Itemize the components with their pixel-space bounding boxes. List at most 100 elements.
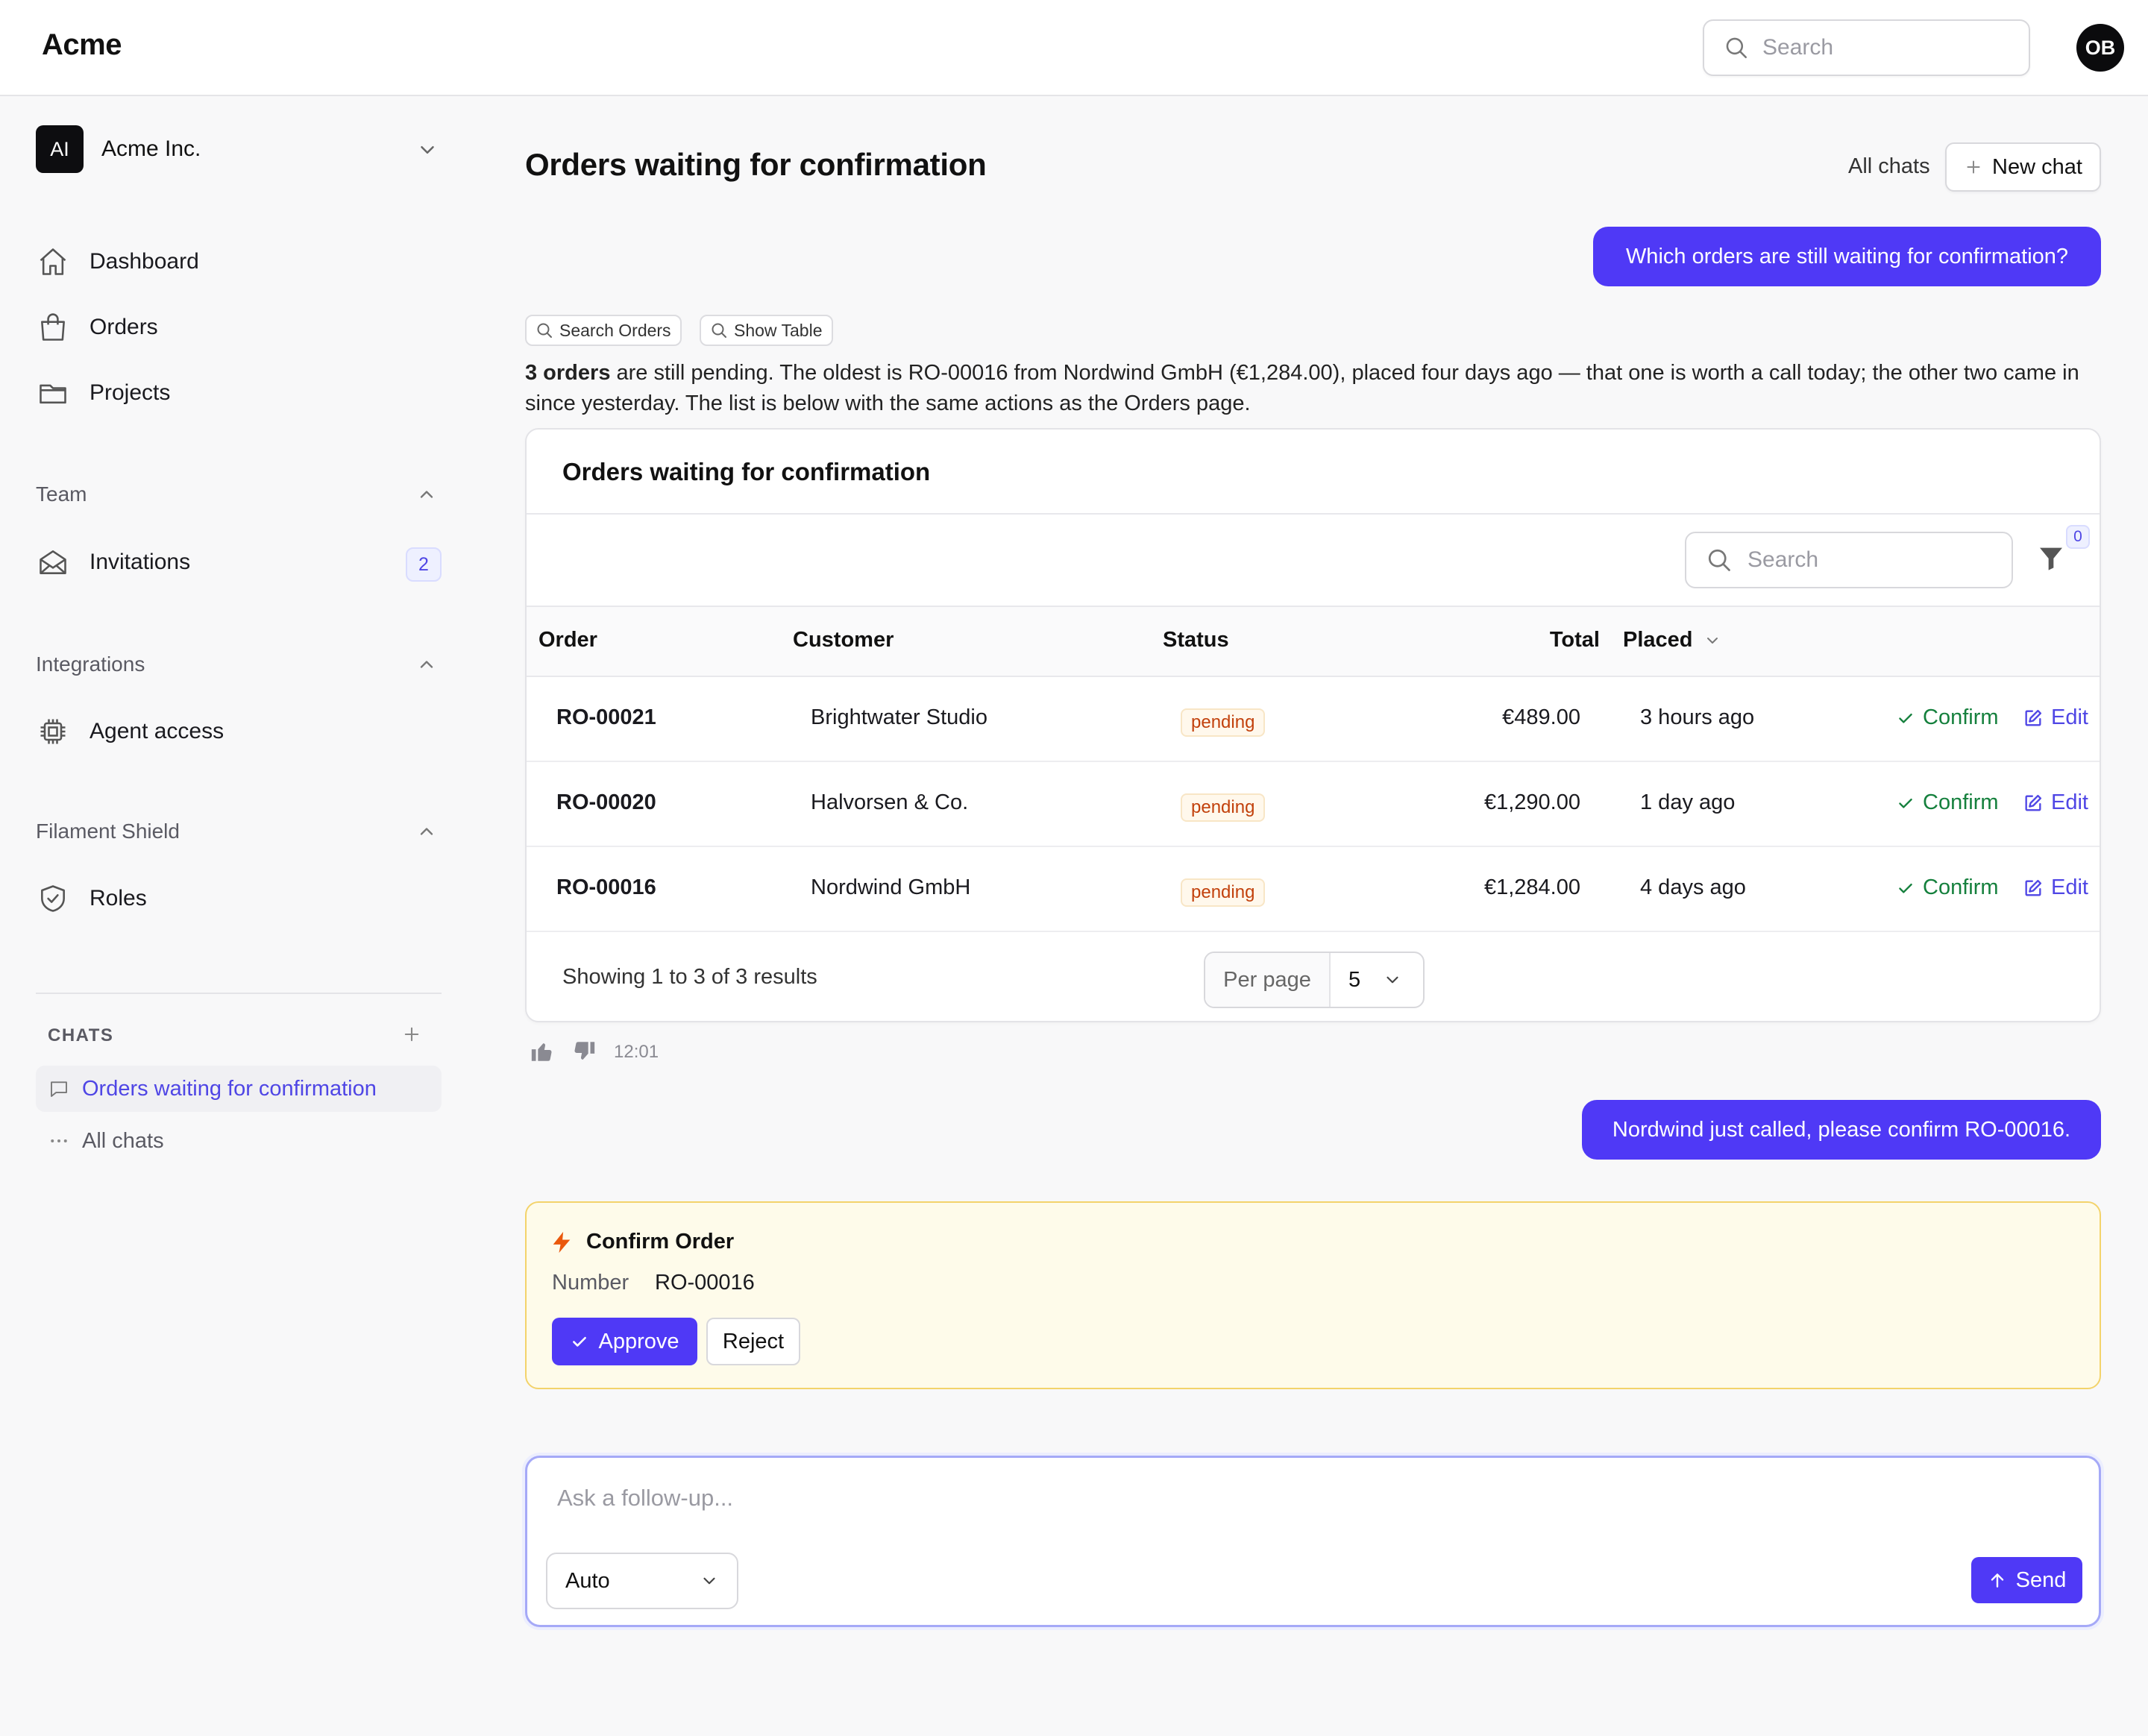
thumbs-up-icon[interactable]: [530, 1039, 555, 1064]
funnel-icon[interactable]: [2036, 543, 2066, 573]
model-select-value: Auto: [565, 1568, 610, 1593]
order-total: €489.00: [1502, 705, 1580, 729]
table-row: RO-00021 Brightwater Studio pending €489…: [527, 677, 2100, 762]
chat-item-active[interactable]: Orders waiting for confirmation: [36, 1066, 442, 1112]
column-header-placed[interactable]: Placed: [1623, 628, 1721, 652]
table-row: RO-00020 Halvorsen & Co. pending €1,290.…: [527, 762, 2100, 847]
orders-table-card: Orders waiting for confirmation 0 Order …: [525, 428, 2101, 1022]
sidebar-item-roles[interactable]: Roles: [36, 876, 442, 921]
pagination-summary: Showing 1 to 3 of 3 results: [562, 965, 817, 989]
order-number[interactable]: RO-00016: [556, 875, 656, 900]
sidebar-item-label: Projects: [90, 380, 171, 405]
tool-call-chip[interactable]: Search Orders: [525, 315, 682, 346]
approval-field-value: RO-00016: [655, 1271, 755, 1295]
table-divider: [527, 606, 2100, 607]
tenant-logo: AI: [36, 125, 84, 173]
page-title: Orders waiting for confirmation: [525, 147, 987, 182]
send-button[interactable]: Send: [1971, 1557, 2082, 1603]
thumbs-down-icon[interactable]: [571, 1039, 597, 1064]
per-page-value: 5: [1348, 967, 1361, 992]
card-divider: [527, 513, 2100, 515]
column-header-placed-label: Placed: [1623, 628, 1693, 652]
edit-action[interactable]: Edit: [2023, 875, 2088, 900]
group-title-team[interactable]: Team: [36, 482, 87, 506]
plus-icon: [1967, 160, 1980, 174]
order-number[interactable]: RO-00021: [556, 705, 656, 730]
group-title-filament-shield[interactable]: Filament Shield: [36, 820, 180, 843]
per-page-value-wrap[interactable]: 5: [1331, 953, 1423, 1007]
check-icon: [1899, 798, 1912, 808]
folder-icon: [36, 376, 70, 410]
tenant-switcher[interactable]: AI Acme Inc.: [36, 125, 442, 173]
approve-button[interactable]: Approve: [552, 1318, 697, 1365]
sidebar-item-label: Agent access: [90, 719, 224, 743]
global-search[interactable]: [1703, 19, 2030, 76]
brand-logo[interactable]: Acme: [42, 28, 122, 62]
pencil-square-icon: [2025, 709, 2042, 726]
edit-action[interactable]: Edit: [2023, 705, 2088, 730]
home-icon: [36, 245, 70, 279]
order-total: €1,284.00: [1483, 875, 1580, 899]
chevron-up-icon[interactable]: [416, 654, 437, 675]
table-title: Orders waiting for confirmation: [562, 458, 931, 485]
plus-icon[interactable]: [401, 1024, 422, 1045]
confirm-label: Confirm: [1923, 705, 1999, 729]
tool-call-chip[interactable]: Show Table: [700, 315, 833, 346]
confirm-action[interactable]: Confirm Edit: [1896, 875, 2088, 900]
sidebar-item-orders[interactable]: Orders: [36, 305, 442, 350]
table-search[interactable]: [1685, 532, 2013, 588]
pencil-square-icon: [2025, 794, 2042, 811]
confirm-action[interactable]: Confirm Edit: [1896, 790, 2088, 815]
tool-call-label: Search Orders: [559, 320, 671, 340]
chevron-down-icon: [1706, 637, 1718, 644]
check-icon: [1899, 883, 1912, 893]
edit-action[interactable]: Edit: [2023, 790, 2088, 815]
sidebar-item-label: Invitations: [90, 550, 191, 574]
customer-name: Nordwind GmbH: [811, 875, 971, 899]
sidebar-item-label: Roles: [90, 886, 147, 911]
edit-label: Edit: [2051, 875, 2088, 899]
sidebar-item-dashboard[interactable]: Dashboard: [36, 239, 442, 284]
arrow-up-icon: [1991, 1573, 2003, 1588]
sidebar: AI Acme Inc. Dashboard Orders Projects T…: [0, 98, 477, 1736]
new-chat-button[interactable]: New chat: [1945, 142, 2101, 192]
order-number[interactable]: RO-00020: [556, 790, 656, 815]
follow-up-input[interactable]: [557, 1485, 1974, 1529]
status-badge: pending: [1181, 878, 1266, 907]
check-icon: [1899, 713, 1912, 723]
sidebar-item-invitations[interactable]: Invitations 2: [36, 540, 442, 585]
tenant-name: Acme Inc.: [101, 136, 201, 161]
table-search-input[interactable]: [1747, 547, 1971, 573]
top-bar: Acme OB: [0, 0, 2148, 96]
bolt-icon: [553, 1231, 571, 1254]
filter-count-badge: 0: [2066, 525, 2090, 549]
message-timestamp: 12:01: [614, 1042, 659, 1062]
status-badge: pending: [1181, 708, 1266, 737]
shield-check-icon: [36, 881, 70, 916]
reject-button[interactable]: Reject: [706, 1318, 800, 1365]
group-title-integrations[interactable]: Integrations: [36, 652, 145, 676]
chat-item-label: All chats: [82, 1128, 164, 1153]
confirm-action[interactable]: Confirm Edit: [1896, 705, 2088, 730]
user-message: Which orders are still waiting for confi…: [1593, 227, 2101, 286]
chevron-up-icon[interactable]: [416, 821, 437, 842]
sidebar-item-agent-access[interactable]: Agent access: [36, 709, 442, 754]
chat-item-all-chats[interactable]: All chats: [36, 1118, 442, 1164]
user-avatar[interactable]: OB: [2076, 24, 2124, 72]
per-page-label: Per page: [1205, 953, 1331, 1007]
all-chats-link[interactable]: All chats: [1848, 154, 1930, 179]
model-select[interactable]: Auto: [546, 1553, 738, 1609]
chevron-up-icon[interactable]: [416, 484, 437, 505]
chats-section-label: CHATS: [48, 1025, 114, 1045]
sidebar-item-projects[interactable]: Projects: [36, 371, 442, 415]
placed-time: 4 days ago: [1640, 875, 1746, 899]
customer-name: Halvorsen & Co.: [811, 790, 969, 814]
chevron-down-icon: [1387, 976, 1398, 984]
placed-time: 3 hours ago: [1640, 705, 1755, 729]
global-search-input[interactable]: [1762, 35, 1986, 60]
check-icon: [573, 1336, 587, 1347]
approval-field-label: Number: [552, 1271, 629, 1295]
per-page-select[interactable]: Per page 5: [1204, 952, 1425, 1008]
search-icon: [712, 323, 726, 338]
chat-bubble-icon: [51, 1081, 67, 1097]
